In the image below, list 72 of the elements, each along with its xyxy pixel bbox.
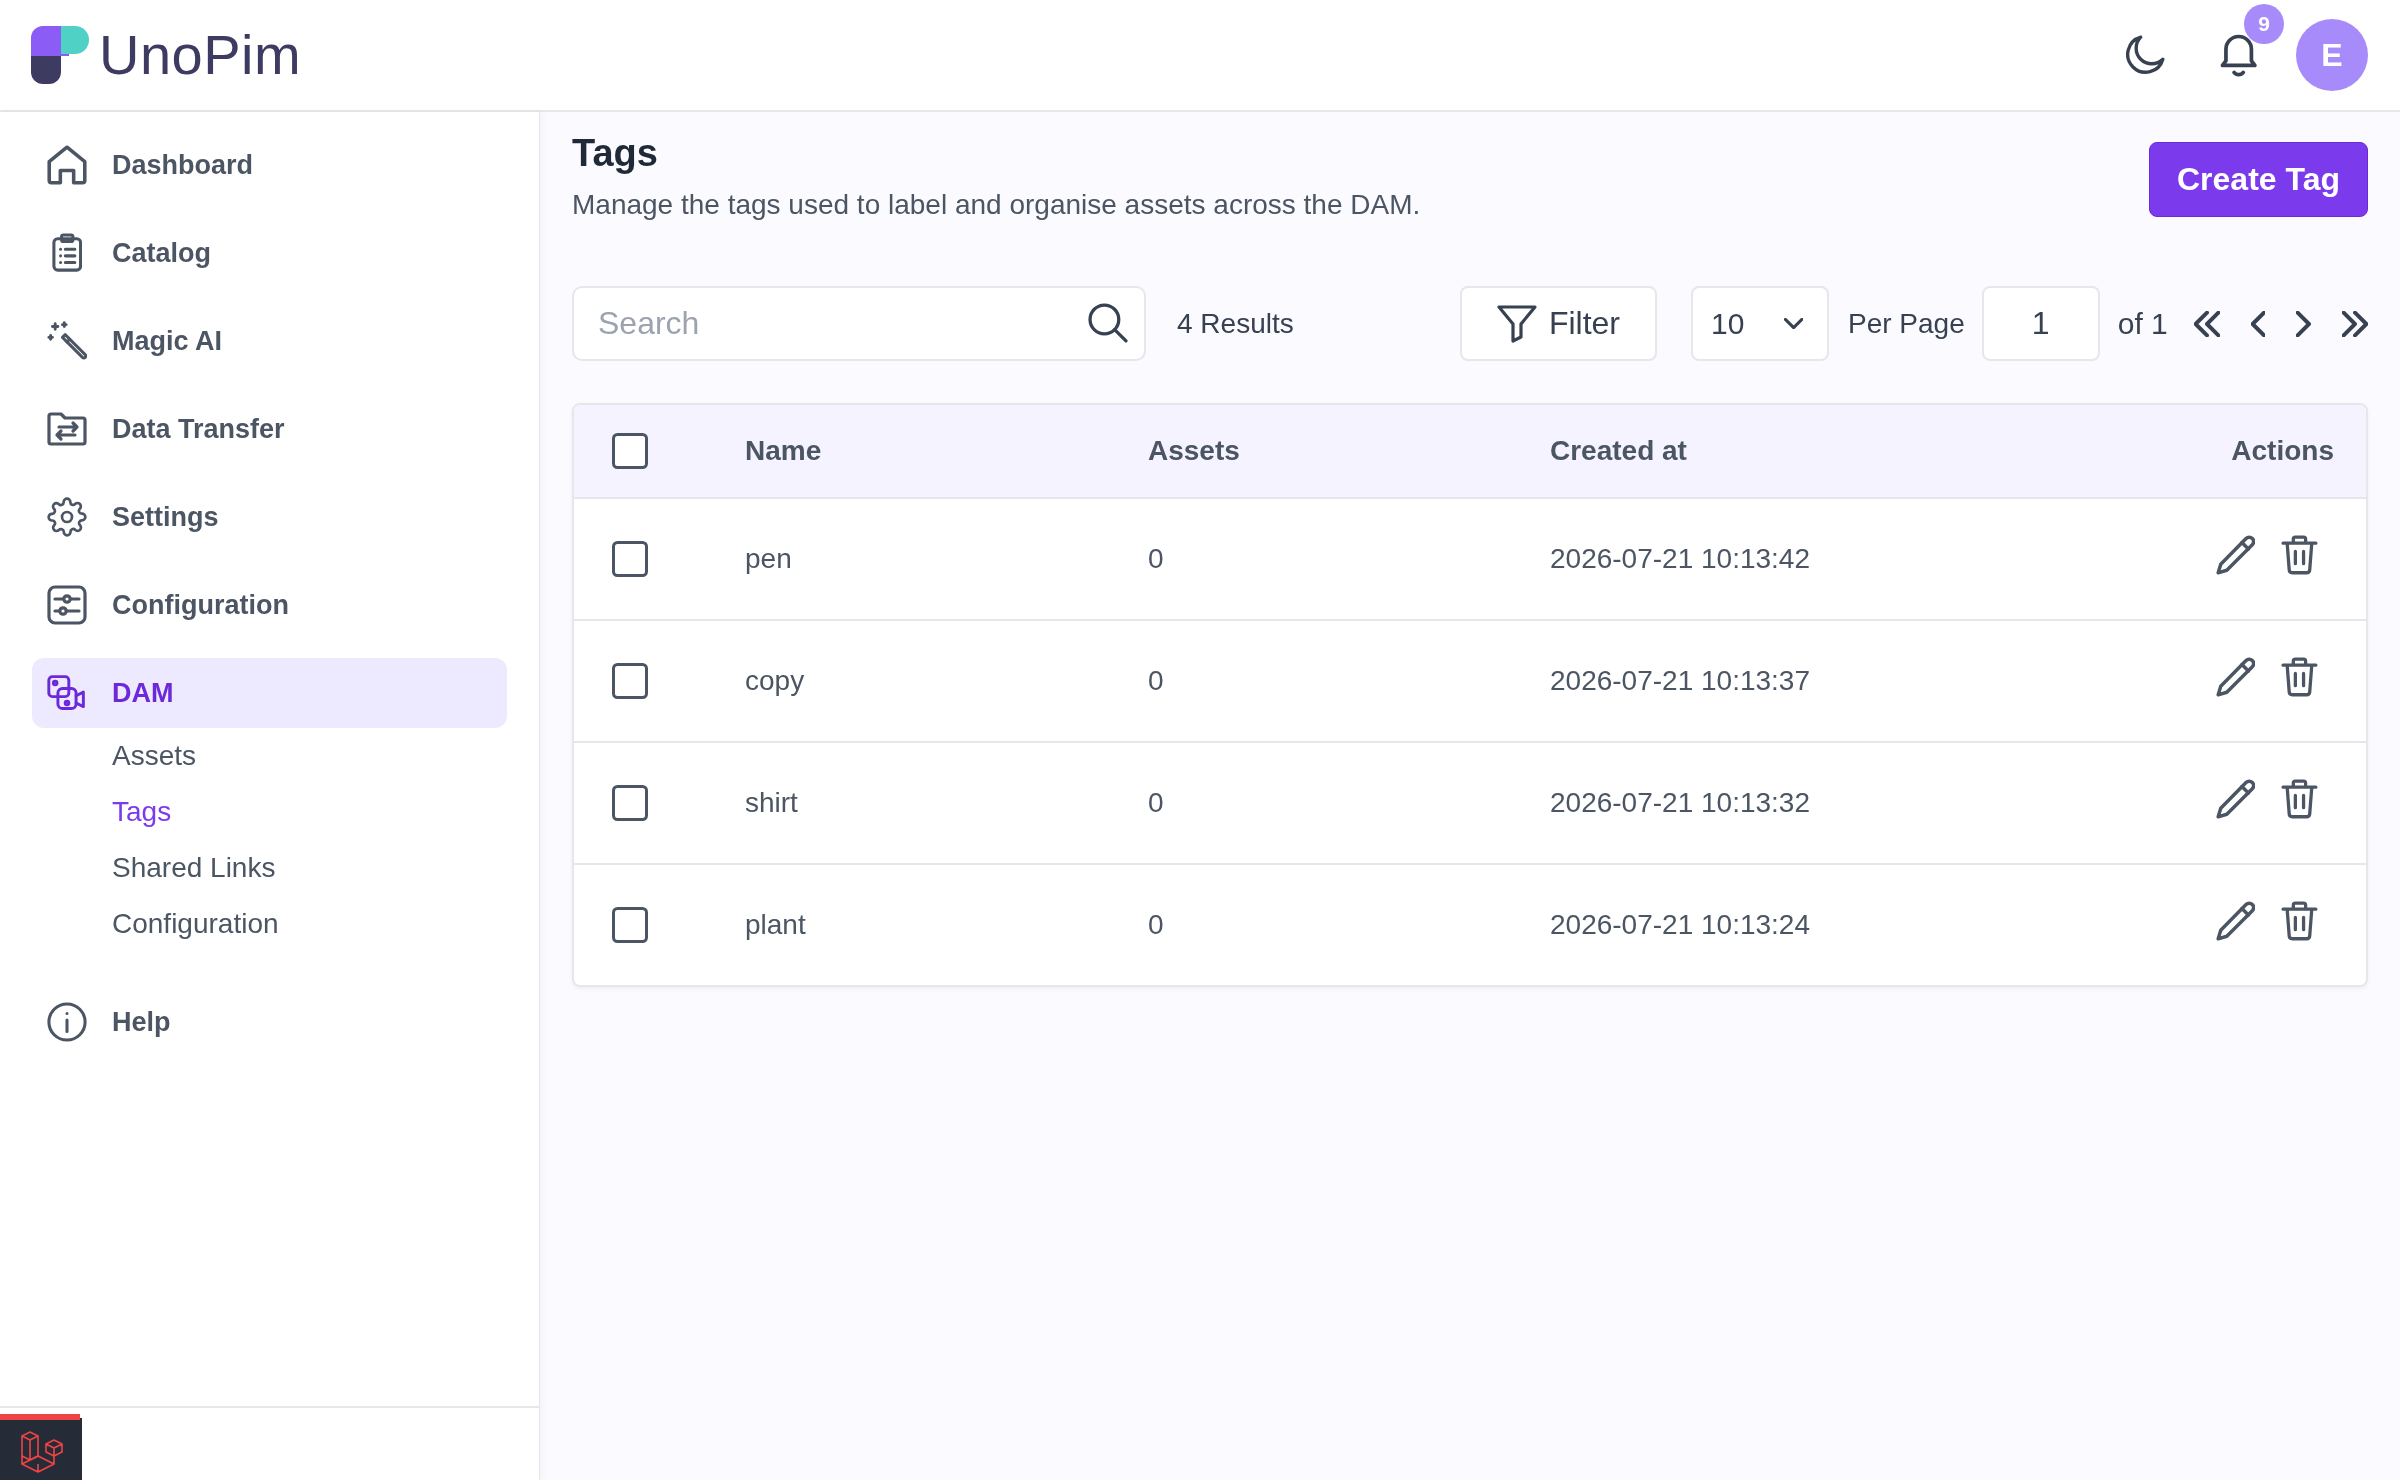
notification-badge: 9 [2244,4,2284,44]
checkbox[interactable] [612,433,648,469]
column-header: Name [745,435,822,467]
nav-item[interactable]: Help [32,987,507,1057]
table-cell: 0 [1148,787,1164,819]
nav-item[interactable]: DAM [32,658,507,728]
stacked-cubes-icon[interactable] [0,1414,82,1480]
create-tag-button[interactable]: Create Tag [2149,142,2368,217]
nav-item[interactable]: Catalog [32,218,507,288]
nav-subitem[interactable]: Tags [112,784,172,840]
logo-text: UnoPim [99,27,302,83]
table-cell: 2026-07-21 10:13:37 [1550,665,1810,697]
nav-item[interactable]: Dashboard [32,130,507,200]
trash-icon[interactable] [2281,657,2318,697]
trash-icon[interactable] [2281,535,2318,575]
page-input[interactable]: 1 [1981,286,2100,361]
checkbox[interactable] [612,907,648,943]
checkbox[interactable] [612,663,648,699]
home-icon [47,145,87,185]
trash-icon[interactable] [2281,779,2318,819]
table-cell: 0 [1148,909,1164,941]
checkbox[interactable] [612,541,648,577]
double-chevron-right-icon[interactable] [2342,310,2368,337]
logo-icon [31,26,89,84]
table-cell: shirt [745,787,798,819]
nav-item[interactable]: Magic AI [32,306,507,376]
nav-item[interactable]: Data Transfer [32,394,507,464]
column-header: Created at [1550,435,1687,467]
pencil-icon[interactable] [2216,535,2256,575]
filter-button[interactable]: Filter [1459,286,1657,361]
results-count: 4 Results [1177,307,1294,340]
sliders-icon [47,585,87,625]
media-icon [47,673,87,713]
trash-icon[interactable] [2281,901,2318,941]
magic-wand-icon [47,321,87,361]
table-cell: 0 [1148,543,1164,575]
moon-icon[interactable] [2126,35,2166,75]
table-cell: plant [745,909,806,941]
nav-subitem[interactable]: Configuration [112,896,279,952]
page-total: of 1 [2117,306,2168,341]
nav-subitem[interactable]: Shared Links [112,840,276,896]
nav-item[interactable]: Configuration [32,570,507,640]
settings-icon [47,497,87,537]
filter-icon [1496,304,1537,343]
pencil-icon[interactable] [2216,657,2256,697]
search-icon[interactable] [1088,303,1128,343]
nav-subitem[interactable]: Assets [112,728,197,784]
nav-item[interactable]: Settings [32,482,507,552]
table-cell: pen [745,543,792,575]
table-cell: 0 [1148,665,1164,697]
pencil-icon[interactable] [2216,901,2256,941]
clipboard-list-icon [51,233,83,273]
column-header: Assets [1148,435,1240,467]
pencil-icon[interactable] [2216,779,2256,819]
per-page-label: Per Page [1847,307,1965,340]
table-cell: copy [745,665,805,697]
checkbox[interactable] [612,785,648,821]
chevron-left-icon[interactable] [2250,310,2266,337]
table-cell: 2026-07-21 10:13:24 [1550,909,1810,941]
per-page-select[interactable]: 10 [1690,286,1829,361]
page-title: Tags [572,131,658,176]
column-header: Actions [2231,435,2334,467]
chevron-right-icon[interactable] [2296,310,2311,337]
bell-icon[interactable] [2219,33,2259,77]
table-cell: 2026-07-21 10:13:32 [1550,787,1810,819]
page-description: Manage the tags used to label and organise assets across the DAM. [572,188,1421,222]
double-chevron-left-icon[interactable] [2193,310,2220,337]
chevron-down-icon [1783,318,1803,329]
folder-arrows-icon [47,409,87,449]
info-icon [47,1002,87,1042]
table-cell: 2026-07-21 10:13:42 [1550,543,1810,575]
search-field[interactable]: Search [572,286,1146,361]
